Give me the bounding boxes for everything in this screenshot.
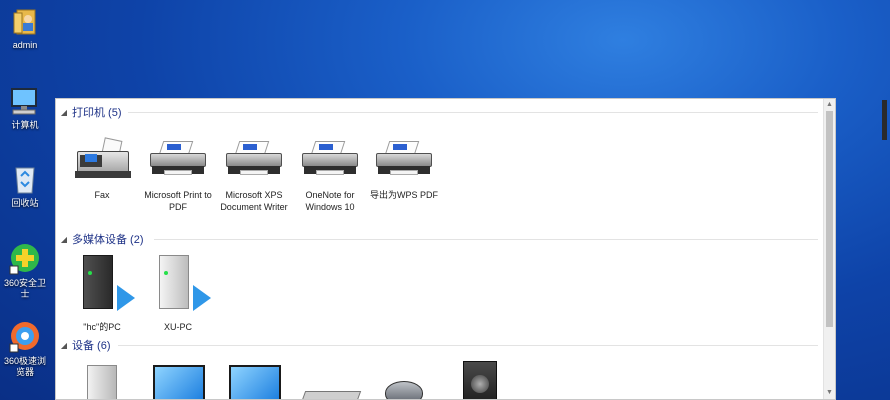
device-item-ms-xps-writer[interactable]: Microsoft XPS Document Writer [216,137,292,213]
chevron-down-icon: ◢ [60,107,68,117]
scrollbar-thumb[interactable] [826,111,833,327]
device-label: Microsoft XPS Document Writer [220,190,288,212]
desktop-icon-recycle-bin[interactable]: 回收站 [0,162,50,209]
user-folder-icon [8,4,42,38]
outer-scrollbar-thumb[interactable] [882,100,887,140]
group-divider [154,239,818,240]
group-header-multimedia[interactable]: ◢ 多媒体设备 (2) [58,231,818,247]
group-header-printers[interactable]: ◢ 打印机 (5) [58,104,818,120]
computer-tower-icon [71,361,133,399]
desktop-icon-area: admin 计算机 回收站 360安全卫士 360极速浏览器 [0,0,50,400]
device-item-hc-pc[interactable]: "hc"的PC [64,255,140,333]
devices-and-printers-panel: ◢ 打印机 (5) Fax Microsoft Print to PDF Mic… [55,98,836,400]
outer-scrollbar[interactable] [880,98,890,400]
desktop-icon-label: 回收站 [11,198,39,208]
printer-icon [373,137,435,183]
chevron-down-icon: ◢ [60,234,68,244]
device-item-monitor-1[interactable] [140,361,216,399]
device-label: 导出为WPS PDF [369,190,438,200]
device-item-ms-print-to-pdf[interactable]: Microsoft Print to PDF [140,137,216,213]
scroll-down-icon[interactable]: ▼ [824,387,835,399]
computer-icon [8,84,42,118]
device-item-xu-pc[interactable]: XU-PC [140,255,216,333]
device-item-fax[interactable]: Fax [64,137,140,201]
group-divider [118,345,818,346]
recycle-bin-icon [8,162,42,196]
printer-icon [299,137,361,183]
device-item-onenote[interactable]: OneNote for Windows 10 [292,137,368,213]
device-label: Fax [94,190,110,200]
desktop-icon-360-browser[interactable]: 360极速浏览器 [0,320,50,378]
desktop-icon-label: 360安全卫士 [3,278,47,299]
desktop-icon-admin[interactable]: admin [0,4,50,51]
printer-icon [147,137,209,183]
desktop-icon-360-security[interactable]: 360安全卫士 [0,242,50,300]
keyboard-icon [299,361,362,399]
device-item-computer[interactable] [64,361,140,399]
device-label: "hc"的PC [83,322,121,332]
desktop-icon-label: 360极速浏览器 [3,356,47,377]
media-pc-icon [147,255,211,313]
device-label: OneNote for Windows 10 [305,190,355,212]
group-title: 多媒体设备 (2) [72,234,144,246]
chevron-down-icon: ◢ [60,340,68,350]
device-item-mouse[interactable] [366,361,442,399]
printer-icon [223,137,285,183]
360-browser-icon [8,320,42,354]
desktop-icon-computer[interactable]: 计算机 [0,84,50,131]
device-item-monitor-2[interactable] [216,361,292,399]
desktop-icon-label: 计算机 [11,120,39,130]
device-item-wps-pdf[interactable]: 导出为WPS PDF [366,137,442,201]
speaker-icon [449,361,511,399]
mouse-icon [373,361,435,399]
360-security-icon [8,242,42,276]
group-header-devices[interactable]: ◢ 设备 (6) [58,337,818,353]
group-title: 设备 (6) [72,340,111,352]
device-label: Microsoft Print to PDF [144,190,212,212]
device-label: XU-PC [163,322,192,332]
device-item-speaker[interactable] [442,361,518,399]
group-title: 打印机 (5) [72,107,122,119]
group-divider [128,112,818,113]
media-pc-icon [71,255,135,313]
fax-icon [71,137,133,183]
monitor-icon [147,361,209,399]
scroll-up-icon[interactable]: ▲ [824,99,835,111]
monitor-icon [223,361,285,399]
desktop-icon-label: admin [12,40,38,50]
panel-scrollbar[interactable]: ▲ ▼ [823,99,835,399]
device-item-keyboard[interactable] [292,361,368,399]
